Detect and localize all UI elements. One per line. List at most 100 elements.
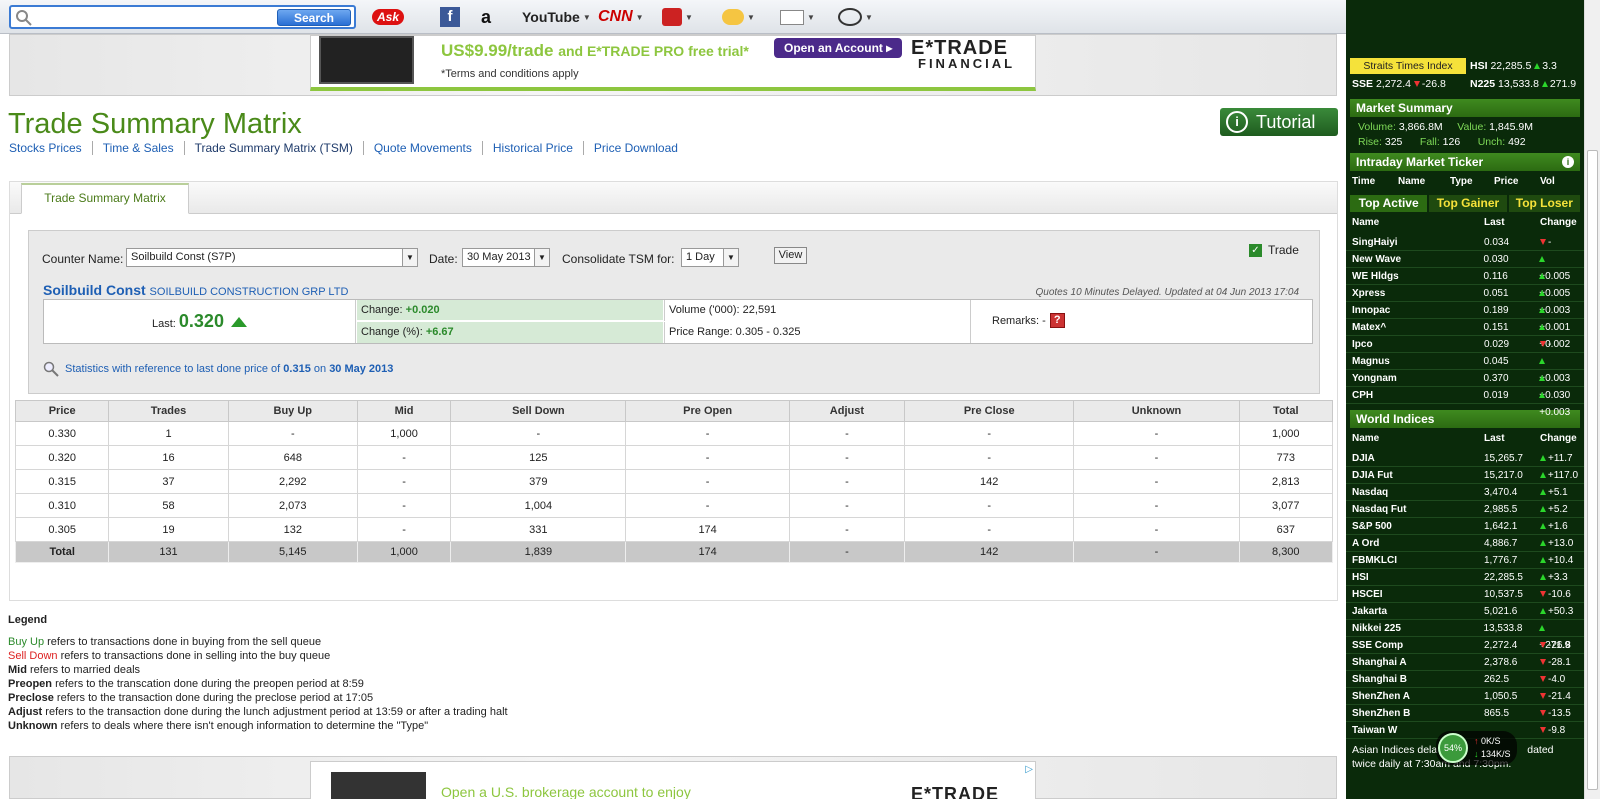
list-item[interactable]: Magnus 0.045 +0.003 bbox=[1346, 353, 1584, 384]
item-change: -26.8 bbox=[1548, 640, 1571, 651]
etrade-ad-bottom[interactable]: Open a U.S. brokerage account to enjoy E… bbox=[310, 761, 1036, 799]
nav-quote-movements[interactable]: Quote Movements bbox=[364, 141, 483, 155]
table-cell: 19 bbox=[108, 517, 229, 542]
item-name: CPH bbox=[1352, 390, 1374, 401]
adchoices-icon[interactable]: ▷ bbox=[1025, 764, 1033, 775]
search-box[interactable]: Search bbox=[9, 5, 356, 29]
table-cell: 1 bbox=[108, 421, 229, 446]
list-item[interactable]: Ipco 0.029 - bbox=[1346, 336, 1584, 353]
etrade-logo: E*TRADE bbox=[911, 37, 1009, 59]
list-item[interactable]: CPH 0.019 +0.003 bbox=[1346, 387, 1584, 418]
list-item[interactable]: SSE Comp 2,272.4 -26.8 bbox=[1346, 637, 1584, 654]
list-item[interactable]: HSI 22,285.5 +3.3 bbox=[1346, 569, 1584, 586]
monitor-image bbox=[319, 36, 414, 84]
games-button[interactable]: ▼ bbox=[662, 6, 693, 28]
help-icon[interactable]: ? bbox=[1049, 313, 1065, 328]
tab-top-gainer[interactable]: Top Gainer bbox=[1429, 195, 1507, 212]
legend-term: Unknown bbox=[8, 720, 58, 732]
tab-top-active[interactable]: Top Active bbox=[1350, 195, 1428, 212]
nav-price-download[interactable]: Price Download bbox=[584, 141, 688, 155]
legend-item: Preopen refers to the transcation done d… bbox=[8, 677, 508, 691]
search-button[interactable]: Search bbox=[277, 9, 351, 26]
info-icon[interactable]: i bbox=[1562, 156, 1574, 168]
item-name: HSCEI bbox=[1352, 589, 1383, 600]
list-item[interactable]: Xpress 0.051 +0.003 bbox=[1346, 285, 1584, 316]
tab-top-loser[interactable]: Top Loser bbox=[1508, 195, 1580, 212]
consolidate-select[interactable]: 1 Day ▼ bbox=[681, 248, 739, 267]
extension-button[interactable]: ▼ bbox=[838, 6, 873, 28]
tab-trade-summary-matrix[interactable]: Trade Summary Matrix bbox=[21, 183, 189, 214]
bottom-ad-text: Open a U.S. brokerage account to enjoy bbox=[441, 784, 691, 799]
list-item[interactable]: HSCEI 10,537.5 -10.6 bbox=[1346, 586, 1584, 603]
list-item[interactable]: FBMKLCI 1,776.7 +10.4 bbox=[1346, 552, 1584, 569]
view-button[interactable]: View bbox=[774, 247, 807, 264]
column-header: Adjust bbox=[788, 400, 906, 422]
remarks: Remarks: - ? bbox=[992, 313, 1065, 328]
nav-historical-price[interactable]: Historical Price bbox=[483, 141, 584, 155]
list-item[interactable]: Shanghai B 262.5 -4.0 bbox=[1346, 671, 1584, 688]
list-item[interactable]: Shanghai A 2,378.6 -28.1 bbox=[1346, 654, 1584, 671]
trade-label: Trade bbox=[1268, 243, 1299, 257]
stats-line: Statistics with reference to last done p… bbox=[43, 361, 393, 377]
list-item[interactable]: S&P 500 1,642.1 +1.6 bbox=[1346, 518, 1584, 535]
open-account-button[interactable]: Open an Account ▸ bbox=[774, 38, 902, 58]
top-banner: US$9.99/trade and E*TRADE PRO free trial… bbox=[9, 34, 1337, 96]
tutorial-button[interactable]: i Tutorial bbox=[1220, 108, 1338, 136]
list-item[interactable]: Innopac 0.189 +0.001 bbox=[1346, 302, 1584, 333]
chevron-down-icon: ▼ bbox=[723, 249, 738, 266]
item-last: 4,886.7 bbox=[1484, 538, 1518, 549]
amazon-button[interactable]: a bbox=[481, 6, 491, 28]
weather-button[interactable]: ▼ bbox=[722, 6, 755, 28]
list-item[interactable]: Yongnam 0.370 +0.030 bbox=[1346, 370, 1584, 401]
column-header: Sell Down bbox=[450, 400, 627, 422]
list-item[interactable]: New Wave 0.030 +0.005 bbox=[1346, 251, 1584, 282]
sti-tab[interactable]: Straits Times Index bbox=[1350, 58, 1466, 74]
legend-title: Legend bbox=[8, 614, 48, 626]
intraday-ticker-header: Intraday Market Ticker i bbox=[1350, 153, 1580, 171]
list-item[interactable]: ShenZhen B 865.5 -13.5 bbox=[1346, 705, 1584, 722]
scroll-thumb[interactable] bbox=[1587, 150, 1598, 790]
dice-icon bbox=[662, 8, 682, 26]
amazon-icon: a bbox=[481, 6, 492, 27]
up-arrow-icon bbox=[1539, 358, 1546, 364]
item-name: A Ord bbox=[1352, 538, 1380, 549]
table-cell: - bbox=[356, 493, 452, 518]
list-item[interactable]: ShenZhen A 1,050.5 -21.4 bbox=[1346, 688, 1584, 705]
nav-time-sales[interactable]: Time & Sales bbox=[93, 141, 185, 155]
nav-tsm[interactable]: Trade Summary Matrix (TSM) bbox=[185, 141, 364, 155]
table-cell: - bbox=[904, 421, 1075, 446]
nav-stocks-prices[interactable]: Stocks Prices bbox=[9, 141, 93, 155]
list-item[interactable]: SingHaiyi 0.034 - bbox=[1346, 234, 1584, 251]
up-arrow-icon bbox=[1539, 256, 1546, 262]
trade-checkbox[interactable]: ✓ Trade bbox=[1249, 243, 1299, 257]
item-name: WE Hldgs bbox=[1352, 271, 1399, 282]
list-item[interactable]: Jakarta 5,021.6 +50.3 bbox=[1346, 603, 1584, 620]
date-select[interactable]: 30 May 2013 ▼ bbox=[462, 248, 550, 267]
table-cell: 331 bbox=[450, 517, 627, 542]
legend-term: Adjust bbox=[8, 706, 43, 718]
list-item[interactable]: WE Hldgs 0.116 +0.005 bbox=[1346, 268, 1584, 299]
facebook-button[interactable]: f bbox=[440, 6, 460, 28]
mail-button[interactable]: ▼ bbox=[780, 6, 815, 28]
etrade-logo: E*TRADE bbox=[911, 784, 1000, 799]
counter-select[interactable]: Soilbuild Const (S7P) ▼ bbox=[126, 248, 418, 267]
list-item[interactable]: Nikkei 225 13,533.8 +271.9 bbox=[1346, 620, 1584, 651]
list-item[interactable]: Nasdaq Fut 2,985.5 +5.2 bbox=[1346, 501, 1584, 518]
volume-label: Volume ('000): bbox=[669, 304, 740, 316]
table-row: 0.320 16 648-125- - - -773 bbox=[14, 445, 1334, 470]
etrade-ad[interactable]: US$9.99/trade and E*TRADE PRO free trial… bbox=[310, 35, 1036, 91]
browser-toolbar: Search Ask f a YouTube ▼ CNN ▼ ▼ ▼ ▼ ▼ bbox=[0, 0, 1346, 34]
list-item[interactable]: DJIA Fut 15,217.0 +117.0 bbox=[1346, 467, 1584, 484]
cnn-button[interactable]: CNN ▼ bbox=[598, 6, 644, 28]
list-item[interactable]: Nasdaq 3,470.4 +5.1 bbox=[1346, 484, 1584, 501]
list-item[interactable]: Matex^ 0.151 +0.002 bbox=[1346, 319, 1584, 350]
item-last: 2,272.4 bbox=[1484, 640, 1518, 651]
market-summary: Volume: 3,866.8M Value: 1,845.9M Rise: 3… bbox=[1358, 121, 1533, 148]
list-item[interactable]: A Ord 4,886.7 +13.0 bbox=[1346, 535, 1584, 552]
ask-button[interactable]: Ask bbox=[372, 6, 405, 28]
youtube-button[interactable]: YouTube ▼ bbox=[522, 6, 591, 28]
page-scrollbar[interactable] bbox=[1584, 0, 1600, 799]
item-last: 15,265.7 bbox=[1484, 453, 1523, 464]
item-last: 262.5 bbox=[1484, 674, 1510, 685]
list-item[interactable]: DJIA 15,265.7 +11.7 bbox=[1346, 450, 1584, 467]
